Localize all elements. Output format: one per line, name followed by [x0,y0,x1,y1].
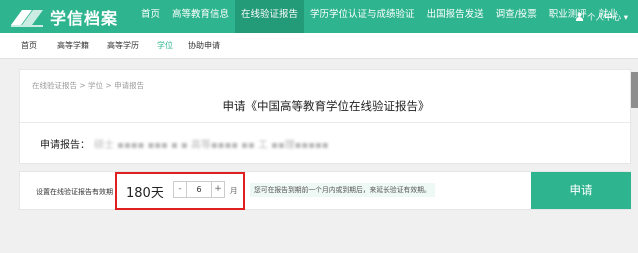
nav-item-higher-education-info[interactable]: 高等教育信息 [166,0,235,33]
user-center-menu[interactable]: 个人中心 ▾ [575,0,628,33]
nav-item-online-verification-report[interactable]: 在线验证报告 [235,0,305,33]
main-nav: 首页 高等教育信息 在线验证报告 学历学位认证与成绩验证 出国报告发送 调查/投… [135,0,624,33]
brand-name: 学信档案 [50,8,119,28]
nav-item-home[interactable]: 首页 [135,0,166,33]
report-panel: 在线验证报告 > 学位 > 申请报告 申请《中国高等教育学位在线验证报告》 申请… [19,69,632,164]
report-label: 申请报告： [40,140,90,151]
nav-item-survey-vote[interactable]: 调查/投票 [490,0,543,33]
top-nav-bar: 学信档案 首页 高等教育信息 在线验证报告 学历学位认证与成绩验证 出国报告发送… [0,0,638,33]
divider [20,122,632,123]
subnav-item-degree[interactable]: 学位 [157,33,173,59]
nav-item-degree-certification[interactable]: 学历学位认证与成绩验证 [304,0,421,33]
book-logo-icon [11,9,43,27]
brand-logo[interactable]: 学信档案 [8,3,118,30]
user-icon [575,12,584,21]
user-center-label: 个人中心 ▾ [587,12,628,23]
sub-nav-bar: 首页 高等学籍 高等学历 学位 协助申请 [0,33,638,59]
apply-button[interactable]: 申请 [531,172,631,209]
subnav-item-education[interactable]: 高等学历 [107,33,139,59]
validity-bar: 设置在线验证报告有效期 180天 - 6 + 月 您可在报告到期前一个月内或到期… [19,171,631,210]
validity-hint: 您可在报告到期前一个月内或到期后，来延长验证有效期。 [250,183,435,197]
breadcrumb: 在线验证报告 > 学位 > 申请报告 [32,81,145,90]
highlight-annotation-box [115,172,245,210]
subnav-item-home[interactable]: 首页 [21,33,37,59]
validity-label: 设置在线验证报告有效期 [36,188,113,196]
nav-item-overseas-report[interactable]: 出国报告发送 [421,0,490,33]
subnav-item-assist-apply[interactable]: 协助申请 [188,33,220,59]
page-title: 申请《中国高等教育学位在线验证报告》 [222,99,430,113]
subnav-item-enrollment[interactable]: 高等学籍 [57,33,89,59]
report-value: 硕士 ▪▪▪▪ ▪▪▪ ▪ ▪ 高等▪▪▪▪ ▪▪ 工 ▪▪理▪▪▪▪▪ [94,140,329,151]
